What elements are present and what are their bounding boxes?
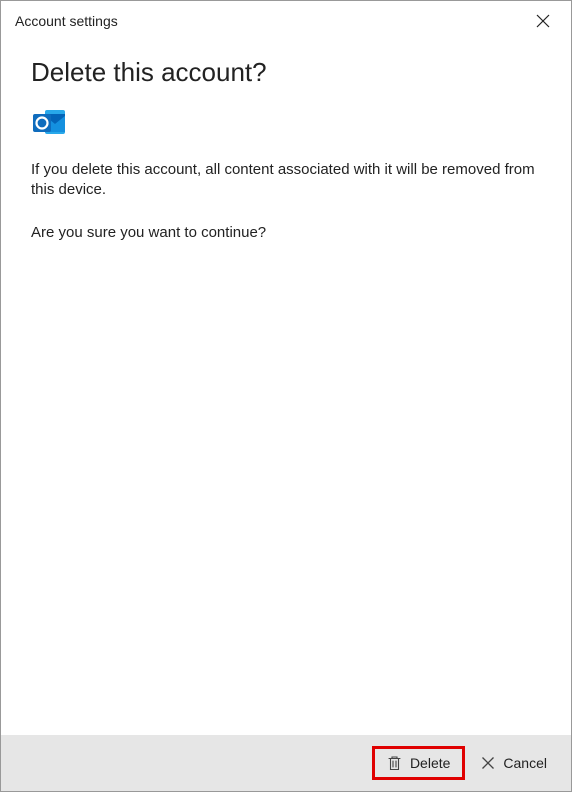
cancel-icon (481, 756, 495, 770)
dialog-title: Account settings (15, 13, 118, 29)
close-button[interactable] (529, 7, 557, 35)
delete-button-highlight: Delete (372, 746, 465, 780)
cancel-button-label: Cancel (503, 755, 547, 771)
page-heading: Delete this account? (31, 57, 541, 88)
dialog-header: Account settings (1, 1, 571, 35)
delete-button-label: Delete (410, 755, 450, 771)
delete-button[interactable]: Delete (375, 749, 462, 777)
cancel-button[interactable]: Cancel (469, 747, 559, 779)
trash-icon (387, 755, 402, 771)
dialog-footer: Delete Cancel (1, 735, 571, 791)
confirm-text: Are you sure you want to continue? (31, 223, 541, 243)
close-icon (536, 14, 550, 28)
outlook-icon (31, 106, 541, 140)
warning-text: If you delete this account, all content … (31, 160, 541, 201)
dialog-content: Delete this account? If you delete this … (1, 35, 571, 735)
